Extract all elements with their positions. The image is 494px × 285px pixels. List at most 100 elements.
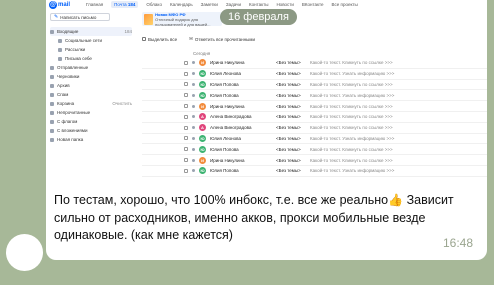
row-sender: Ирина Никулина bbox=[210, 60, 245, 66]
thumbs-up-icon: 👍 bbox=[388, 193, 404, 207]
folder-list: Входящие 184 Социальные сети Рассылки Письма… bbox=[50, 27, 132, 144]
row-subject: <Без темы> bbox=[276, 146, 301, 152]
nav-label: Контакты bbox=[249, 2, 269, 7]
nav-label: Календарь bbox=[169, 2, 193, 7]
row-subject: <Без темы> bbox=[276, 92, 301, 98]
nav-item[interactable]: Заметки bbox=[201, 2, 218, 7]
folder-icon bbox=[50, 74, 54, 79]
nav-label: Почта bbox=[114, 2, 127, 7]
row-snippet: Какой-то текст. Узнать информацию >>> bbox=[310, 71, 395, 77]
sidebar-item[interactable]: Непрочитанные bbox=[50, 108, 132, 117]
sidebar-item[interactable]: С флагом bbox=[50, 117, 132, 126]
compose-button[interactable]: ✎ Написать письмо bbox=[50, 13, 110, 21]
mail-row[interactable]: Ю Юлия Попова <Без темы> Какой-то текст. Уз… bbox=[142, 90, 487, 102]
sidebar-item[interactable]: Входящие 184 bbox=[50, 27, 132, 36]
mail-row[interactable]: Ю Юлия Попова <Без темы> Какой-то текст. Кл… bbox=[142, 80, 487, 91]
sidebar-item[interactable]: Рассылки bbox=[50, 45, 132, 54]
sender-avatar-icon: Ю bbox=[199, 134, 206, 142]
nav-item[interactable]: Новости bbox=[276, 2, 293, 7]
unread-dot-icon[interactable] bbox=[192, 61, 195, 65]
mail-row[interactable]: Ю Юлия Попова <Без темы> Какой-то текст. Кл… bbox=[142, 144, 487, 156]
row-sender: Ирина Никулина bbox=[210, 103, 245, 109]
row-checkbox[interactable] bbox=[184, 125, 188, 130]
row-checkbox[interactable] bbox=[184, 60, 188, 65]
sidebar-item[interactable]: Новая папка bbox=[50, 135, 132, 144]
sidebar-item-count: 184 bbox=[124, 29, 132, 34]
nav-item[interactable]: Задачи bbox=[226, 2, 241, 7]
nav-item[interactable]: Почта 184 bbox=[111, 1, 139, 8]
folder-icon bbox=[50, 110, 54, 115]
unread-dot-icon[interactable] bbox=[192, 115, 195, 119]
row-snippet: Какой-то текст. Кликнуть по ссылке >>> bbox=[310, 81, 393, 87]
unread-dot-icon[interactable] bbox=[192, 72, 195, 76]
row-subject: <Без темы> bbox=[276, 103, 301, 109]
mark-read-button[interactable]: ✉ Отметить все прочитанными bbox=[189, 36, 255, 42]
select-all-button[interactable]: Выделить все bbox=[142, 37, 177, 42]
row-checkbox[interactable] bbox=[184, 147, 188, 152]
sidebar-item[interactable]: Архив bbox=[50, 81, 132, 90]
sidebar-item-label: С вложениями bbox=[57, 128, 88, 133]
row-checkbox[interactable] bbox=[184, 104, 188, 109]
mail-row[interactable]: Ю Юлия Попова <Без темы> Какой-то текст. Уз… bbox=[142, 166, 487, 177]
sidebar-item[interactable]: Спам bbox=[50, 90, 132, 99]
mail-row[interactable]: Ю Юлия Леонова <Без темы> Какой-то текст. У… bbox=[142, 69, 487, 80]
nav-item[interactable]: Контакты bbox=[249, 2, 268, 7]
mail-row[interactable]: Ю Юлия Леонова <Без темы> Какой-то текст. У… bbox=[142, 134, 487, 145]
mail-logo[interactable]: @ mail bbox=[46, 0, 86, 9]
sidebar-item[interactable]: Черновики bbox=[50, 72, 132, 81]
nav-label: Задачи bbox=[225, 2, 241, 7]
unread-dot-icon[interactable] bbox=[192, 136, 195, 140]
row-sender: Алена Виноградова bbox=[210, 125, 252, 131]
row-sender: Алена Виноградова bbox=[210, 114, 252, 120]
sidebar-item[interactable]: Социальные сети bbox=[50, 36, 132, 45]
sidebar-item-label: Архив bbox=[57, 83, 70, 88]
mail-topbar: @ mail Главная Почта 184 Облако Календарь За… bbox=[46, 0, 487, 9]
sidebar-item[interactable]: Корзина Очистить bbox=[50, 99, 132, 108]
mail-row[interactable]: А Алена Виноградова <Без темы> Какой-то тек… bbox=[142, 112, 487, 123]
mail-row[interactable]: И Ирина Никулина <Без темы> Какой-то текст.… bbox=[142, 155, 487, 166]
folder-icon bbox=[58, 38, 62, 43]
screenshot-image[interactable]: @ mail Главная Почта 184 Облако Календарь За… bbox=[46, 0, 487, 186]
unread-dot-icon[interactable] bbox=[192, 147, 195, 151]
unread-dot-icon[interactable] bbox=[192, 169, 195, 173]
mail-row[interactable]: И Ирина Никулина <Без темы> Какой-то текст.… bbox=[142, 101, 487, 112]
sidebar-item-label: Отправленные bbox=[57, 65, 89, 70]
nav-item[interactable]: Облако bbox=[146, 2, 162, 7]
mail-row[interactable]: А Алена Виноградова <Без темы> Какой-то тек… bbox=[142, 123, 487, 134]
sidebar-item-count: Очистить bbox=[112, 101, 132, 106]
sidebar-item[interactable]: Письма себе bbox=[50, 54, 132, 63]
nav-item[interactable]: Главная bbox=[86, 2, 103, 7]
message-time: 16:48 bbox=[442, 236, 473, 250]
row-checkbox[interactable] bbox=[184, 82, 188, 87]
unread-dot-icon[interactable] bbox=[192, 104, 195, 108]
sender-avatar[interactable] bbox=[6, 234, 43, 271]
select-all-label: Выделить все bbox=[148, 36, 178, 42]
row-checkbox[interactable] bbox=[184, 136, 188, 141]
unread-dot-icon[interactable] bbox=[192, 126, 195, 130]
sidebar-item[interactable]: Отправленные bbox=[50, 63, 132, 72]
folder-icon bbox=[50, 119, 54, 124]
row-checkbox[interactable] bbox=[184, 93, 188, 98]
row-checkbox[interactable] bbox=[184, 158, 188, 163]
row-checkbox[interactable] bbox=[184, 168, 188, 173]
sidebar-item-label: С флагом bbox=[57, 119, 78, 124]
row-checkbox[interactable] bbox=[184, 71, 188, 76]
nav-label: Заметки bbox=[200, 2, 218, 7]
sender-avatar-icon: А bbox=[199, 124, 206, 132]
sidebar-item-label: Новая папка bbox=[57, 137, 84, 142]
sidebar-item-label: Спам bbox=[57, 92, 69, 97]
nav-item[interactable]: Все проекты bbox=[332, 2, 358, 7]
message-bubble: @ mail Главная Почта 184 Облако Календарь За… bbox=[46, 0, 487, 260]
unread-dot-icon[interactable] bbox=[192, 82, 195, 86]
unread-dot-icon[interactable] bbox=[192, 93, 195, 97]
unread-dot-icon[interactable] bbox=[192, 158, 195, 162]
mail-row[interactable]: И Ирина Никулина <Без темы> Какой-то текст.… bbox=[142, 58, 487, 69]
row-checkbox[interactable] bbox=[184, 114, 188, 119]
nav-item[interactable]: Календарь bbox=[170, 2, 193, 7]
promo-banner[interactable]: Новая МФО РФ Отличный подарок для пользо… bbox=[142, 12, 222, 27]
sender-avatar-icon: Ю bbox=[199, 80, 206, 88]
nav-item[interactable]: ВКонтакте bbox=[302, 2, 324, 7]
sender-avatar-icon: И bbox=[199, 156, 206, 164]
row-snippet: Какой-то текст. Кликнуть по ссылке >>> bbox=[310, 103, 393, 109]
sidebar-item[interactable]: С вложениями bbox=[50, 126, 132, 135]
